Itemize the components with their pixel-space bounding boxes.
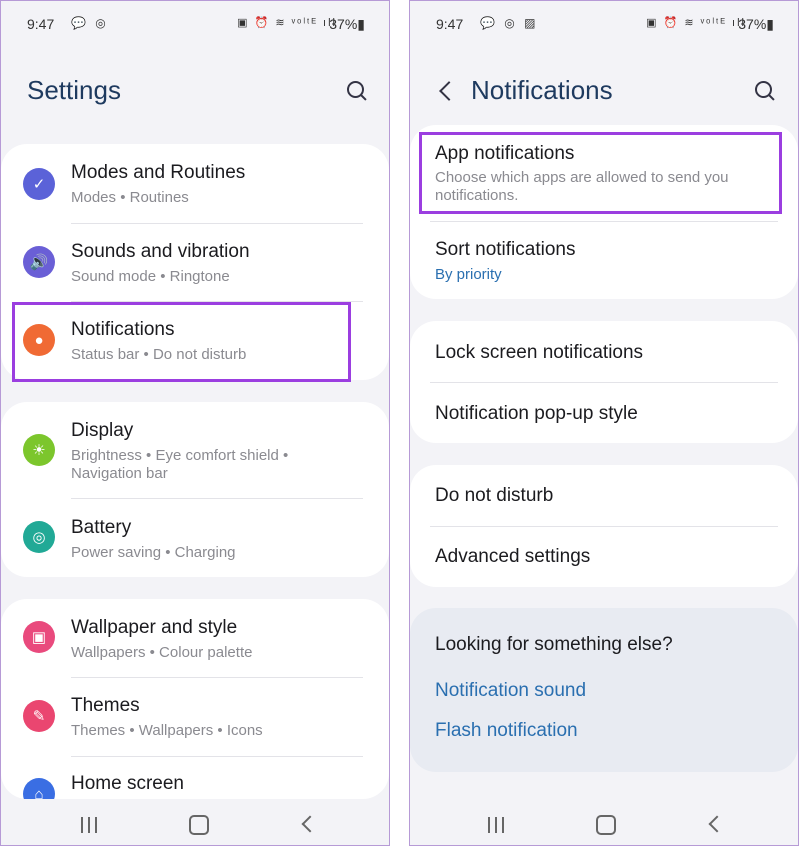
highlight-box xyxy=(12,302,351,382)
battery-cycle-icon: ◎ xyxy=(23,521,55,553)
battery-level: 37%▮ xyxy=(738,16,774,32)
item-title: Do not disturb xyxy=(435,485,554,506)
sort-notifications-item[interactable]: Sort notifications By priority xyxy=(410,222,798,299)
item-subtitle: Sound mode • Ringtone xyxy=(71,268,230,285)
back-arrow-icon[interactable] xyxy=(438,79,452,103)
item-title: Sort notifications xyxy=(435,239,576,260)
settings-item-sounds[interactable]: 🔊 Sounds and vibration Sound mode • Ring… xyxy=(1,224,389,302)
status-time: 9:47 xyxy=(436,16,464,32)
suggestions-title: Looking for something else? xyxy=(435,634,673,655)
page-title: Settings xyxy=(27,75,121,105)
item-title: Wallpaper and style xyxy=(71,617,238,638)
settings-group-3: ▣ Wallpaper and style Wallpapers • Colou… xyxy=(1,599,389,810)
search-icon[interactable] xyxy=(347,81,367,101)
navigation-bar xyxy=(1,799,389,845)
page-title: Notifications xyxy=(471,75,613,105)
highlight-box xyxy=(419,132,782,214)
item-title: Themes xyxy=(71,695,140,716)
item-subtitle: Themes • Wallpapers • Icons xyxy=(71,722,263,739)
check-circle-icon: ✓ xyxy=(23,168,55,200)
recent-apps-button[interactable] xyxy=(488,817,506,833)
item-subtitle: Wallpapers • Colour palette xyxy=(71,644,253,661)
notification-status-icons: 💬 ◎ ▨ xyxy=(480,16,539,30)
system-status-icons: ▣ ⏰ ≋ ᵛᵒˡᵗᴱ ıll xyxy=(237,17,337,29)
flash-notification-link[interactable]: Flash notification xyxy=(435,720,578,742)
item-subtitle: Modes • Routines xyxy=(71,189,189,206)
item-title: Advanced settings xyxy=(435,546,591,567)
settings-item-wallpaper[interactable]: ▣ Wallpaper and style Wallpapers • Colou… xyxy=(1,599,389,678)
settings-item-themes[interactable]: ✎ Themes Themes • Wallpapers • Icons xyxy=(1,678,389,757)
home-button[interactable] xyxy=(189,815,209,835)
back-button[interactable] xyxy=(708,817,720,829)
notifications-card-2: Lock screen notifications Notification p… xyxy=(410,321,798,443)
system-status-icons: ▣ ⏰ ≋ ᵛᵒˡᵗᴱ ıll xyxy=(646,17,746,29)
settings-item-home-screen[interactable]: ⌂ Home screen xyxy=(1,756,389,810)
status-bar: 9:47 💬 ◎ ▨ ▣ ⏰ ≋ ᵛᵒˡᵗᴱ ıll 37%▮ xyxy=(436,15,774,35)
settings-item-display[interactable]: ☀ Display Brightness • Eye comfort shiel… xyxy=(1,402,389,499)
notifications-card-3: Do not disturb Advanced settings xyxy=(410,465,798,587)
settings-item-modes-routines[interactable]: ✓ Modes and Routines Modes • Routines xyxy=(1,144,389,224)
notification-status-icons: 💬 ◎ xyxy=(71,16,109,30)
notifications-screen: 9:47 💬 ◎ ▨ ▣ ⏰ ≋ ᵛᵒˡᵗᴱ ıll 37%▮ Notifica… xyxy=(409,0,799,846)
battery-level: 37%▮ xyxy=(329,16,365,32)
lock-screen-notifications-item[interactable]: Lock screen notifications xyxy=(410,321,798,383)
do-not-disturb-item[interactable]: Do not disturb xyxy=(410,465,798,527)
advanced-settings-item[interactable]: Advanced settings xyxy=(410,527,798,587)
speaker-icon: 🔊 xyxy=(23,246,55,278)
item-subtitle-line2: Navigation bar xyxy=(71,465,168,482)
brush-icon: ✎ xyxy=(23,700,55,732)
item-subtitle: Brightness • Eye comfort shield • xyxy=(71,447,289,464)
status-bar: 9:47 💬 ◎ ▣ ⏰ ≋ ᵛᵒˡᵗᴱ ıll 37%▮ xyxy=(27,15,365,35)
home-button[interactable] xyxy=(596,815,616,835)
item-subtitle: Power saving • Charging xyxy=(71,544,236,561)
settings-item-battery[interactable]: ◎ Battery Power saving • Charging xyxy=(1,499,389,577)
settings-group-2: ☀ Display Brightness • Eye comfort shiel… xyxy=(1,402,389,577)
item-title: Modes and Routines xyxy=(71,162,246,183)
back-button[interactable] xyxy=(301,817,313,829)
search-icon[interactable] xyxy=(755,81,775,101)
popup-style-item[interactable]: Notification pop-up style xyxy=(410,383,798,443)
settings-screen: 9:47 💬 ◎ ▣ ⏰ ≋ ᵛᵒˡᵗᴱ ıll 37%▮ Settings ✓… xyxy=(0,0,390,846)
item-title: Battery xyxy=(71,517,132,538)
sun-icon: ☀ xyxy=(23,434,55,466)
item-value: By priority xyxy=(435,266,502,283)
recent-apps-button[interactable] xyxy=(81,817,99,833)
navigation-bar xyxy=(410,799,798,845)
item-title: Notification pop-up style xyxy=(435,403,638,424)
item-title: Sounds and vibration xyxy=(71,241,250,262)
suggestions-card: Looking for something else? Notification… xyxy=(410,608,798,772)
item-title: Home screen xyxy=(71,773,184,794)
image-icon: ▣ xyxy=(23,621,55,653)
item-title: Lock screen notifications xyxy=(435,342,644,363)
status-time: 9:47 xyxy=(27,16,55,32)
notification-sound-link[interactable]: Notification sound xyxy=(435,680,586,702)
item-title: Display xyxy=(71,420,134,441)
